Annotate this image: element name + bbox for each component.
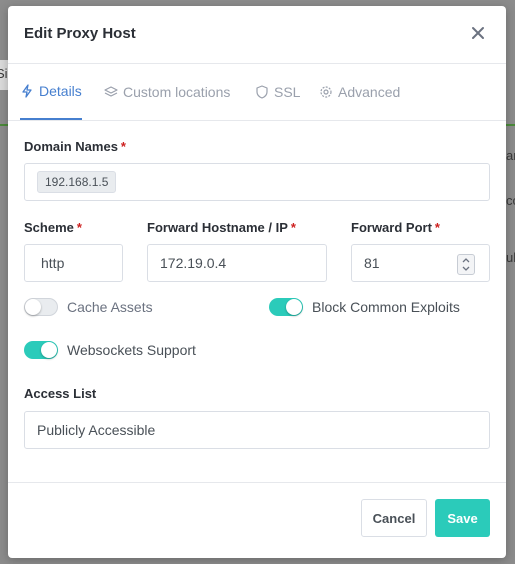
required-mark: *	[434, 220, 440, 235]
edit-proxy-host-modal: Edit Proxy Host Details Custom locations…	[8, 6, 506, 558]
forward-hostname-value: 172.19.0.4	[160, 255, 227, 271]
domain-names-input[interactable]: 192.168.1.5	[24, 163, 490, 201]
cache-assets-toggle[interactable]: Cache Assets	[24, 298, 153, 316]
tab-ssl-label: SSL	[274, 83, 301, 100]
scheme-label-text: Scheme	[24, 220, 74, 235]
layers-icon	[104, 85, 118, 97]
tab-details[interactable]: Details	[20, 64, 82, 120]
tab-ssl[interactable]: SSL	[255, 64, 300, 119]
required-mark: *	[290, 220, 296, 235]
tab-advanced[interactable]: Advanced	[319, 64, 400, 119]
domain-names-label-text: Domain Names	[24, 139, 118, 154]
access-list-select[interactable]: Publicly Accessible	[24, 411, 490, 449]
modal-header: Edit Proxy Host	[8, 6, 506, 64]
scheme-select[interactable]: http	[24, 244, 123, 282]
tab-details-label: Details	[39, 83, 82, 99]
background-divider-right	[506, 124, 515, 126]
tab-custom-locations[interactable]: Custom locations	[104, 64, 230, 119]
tab-custom-locations-label: Custom locations	[123, 83, 231, 100]
websockets-support-toggle[interactable]: Websockets Support	[24, 341, 196, 359]
background-text-right-2: co	[506, 193, 515, 208]
block-common-exploits-toggle[interactable]: Block Common Exploits	[269, 298, 460, 316]
access-list-label: Access List	[24, 386, 96, 401]
background-divider-left	[0, 124, 8, 126]
forward-port-value: 81	[364, 255, 380, 271]
toggle-knob	[41, 342, 57, 358]
background-text-right-3: ul	[506, 250, 515, 265]
access-list-value: Publicly Accessible	[37, 422, 156, 438]
domain-names-label: Domain Names *	[24, 139, 126, 154]
domain-tag[interactable]: 192.168.1.5	[37, 171, 117, 193]
modal-title: Edit Proxy Host	[24, 25, 136, 42]
scheme-value: http	[41, 255, 65, 271]
forward-port-label: Forward Port *	[351, 220, 440, 235]
gear-icon	[320, 85, 332, 98]
forward-hostname-label-text: Forward Hostname / IP	[147, 220, 288, 235]
cancel-button[interactable]: Cancel	[361, 499, 427, 537]
toggle-switch-off[interactable]	[24, 298, 58, 316]
forward-port-input[interactable]: 81	[351, 244, 490, 282]
scheme-label: Scheme *	[24, 220, 82, 235]
save-button[interactable]: Save	[435, 499, 490, 537]
background-text-right-1: ar	[506, 148, 515, 163]
required-mark: *	[120, 139, 126, 154]
forward-port-label-text: Forward Port	[351, 220, 432, 235]
websockets-support-label: Websockets Support	[67, 342, 196, 358]
background-text-left: Si	[0, 66, 8, 81]
toggle-switch-on[interactable]	[24, 341, 58, 359]
tab-bar: Details Custom locations SSL Advanced	[8, 64, 506, 121]
port-stepper[interactable]	[457, 254, 475, 275]
close-icon[interactable]	[468, 23, 488, 43]
block-common-exploits-label: Block Common Exploits	[312, 299, 460, 315]
toggle-knob	[25, 299, 41, 315]
toggle-switch-on[interactable]	[269, 298, 303, 316]
forward-hostname-input[interactable]: 172.19.0.4	[147, 244, 327, 282]
modal-footer: Cancel Save	[8, 482, 506, 558]
toggle-knob	[286, 299, 302, 315]
tab-advanced-label: Advanced	[338, 83, 401, 100]
required-mark: *	[76, 220, 82, 235]
access-list-label-text: Access List	[24, 386, 97, 401]
shield-icon	[256, 84, 268, 99]
forward-hostname-label: Forward Hostname / IP *	[147, 220, 296, 235]
bolt-icon	[22, 84, 32, 98]
cache-assets-label: Cache Assets	[67, 299, 153, 315]
